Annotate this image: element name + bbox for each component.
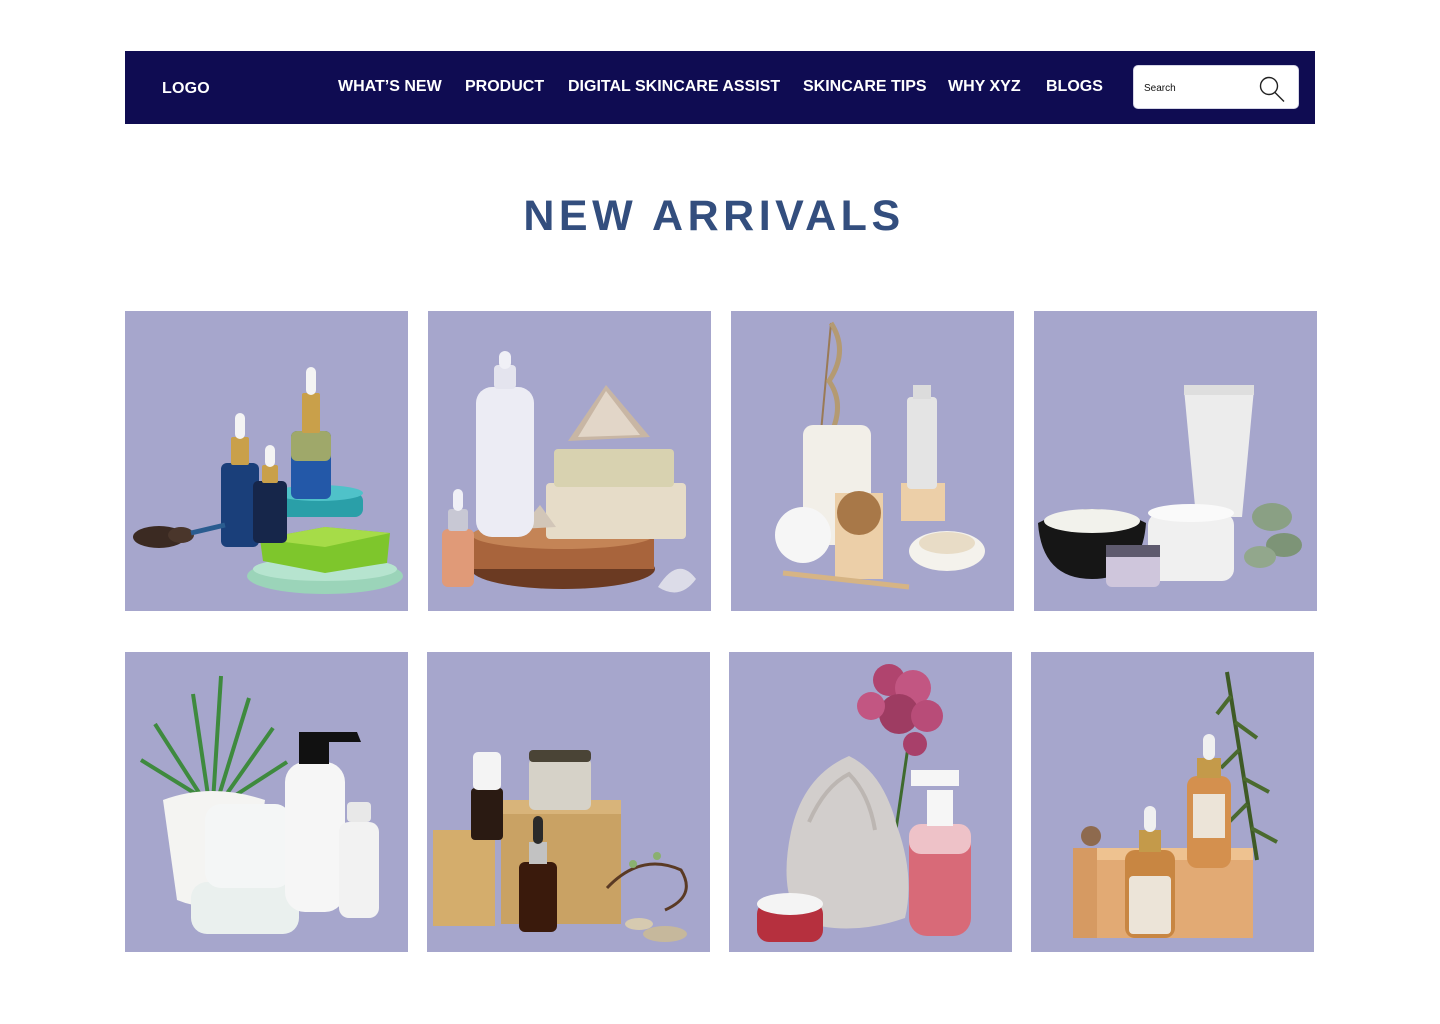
nav-why-xyz[interactable]: WHY XYZ	[948, 78, 1021, 96]
top-navbar: LOGO WHAT’S NEW PRODUCT DIGITAL SKINCARE…	[125, 51, 1315, 124]
tube-cubes-toothbrush-image	[775, 321, 985, 590]
product-card[interactable]	[125, 652, 408, 952]
product-card[interactable]	[729, 652, 1012, 952]
search-box	[1133, 65, 1299, 109]
product-card[interactable]	[125, 311, 408, 611]
amber-bottles-wood-blocks-image	[433, 750, 688, 942]
product-card[interactable]	[731, 311, 1014, 611]
nav-digital-skincare-assist[interactable]: DIGITAL SKINCARE ASSIST	[568, 78, 780, 96]
plant-pump-bottle-jars-image	[139, 675, 379, 934]
serum-bottles-soap-image	[133, 367, 403, 594]
product-card[interactable]	[1034, 311, 1317, 611]
serum-bottles-wood-box-image	[1073, 671, 1278, 938]
flower-stone-pump-bottle-image	[757, 664, 971, 942]
nav-skincare-tips[interactable]: SKINCARE TIPS	[803, 78, 927, 96]
tube-jars-salt-bowl-image	[1038, 385, 1302, 587]
nav-whats-new[interactable]: WHAT’S NEW	[338, 78, 442, 96]
logo[interactable]: LOGO	[162, 80, 210, 98]
page-title: NEW ARRIVALS	[523, 192, 905, 240]
product-card[interactable]	[427, 652, 710, 952]
nav-blogs[interactable]: BLOGS	[1046, 78, 1103, 96]
search-input[interactable]	[1144, 79, 1254, 97]
search-icon[interactable]	[1258, 75, 1286, 103]
product-card[interactable]	[1031, 652, 1314, 952]
product-card[interactable]	[428, 311, 711, 611]
nav-product[interactable]: PRODUCT	[465, 78, 544, 96]
dropper-bottles-seashells-image	[442, 351, 696, 593]
